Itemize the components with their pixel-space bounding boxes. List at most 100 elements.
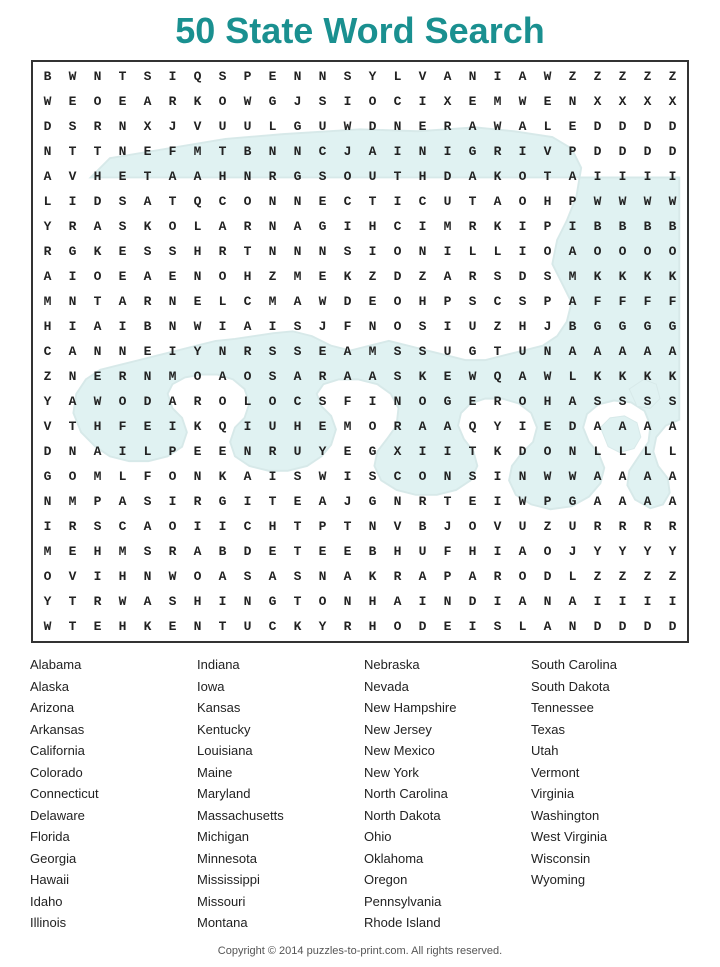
grid-cell: T [60,614,85,639]
grid-cell: A [635,464,660,489]
grid-cell: E [110,164,135,189]
grid-cell: N [535,589,560,614]
grid-cell: K [635,364,660,389]
grid-cell: R [310,364,335,389]
grid-cell: Y [185,339,210,364]
grid-cell: O [510,564,535,589]
grid-cell: N [135,364,160,389]
grid-cell: A [460,164,485,189]
grid-cell: A [335,564,360,589]
grid-cell: R [335,614,360,639]
grid-cell: N [185,464,210,489]
grid-cell: L [260,114,285,139]
grid-cell: F [335,389,360,414]
grid-cell: C [110,514,135,539]
grid-cell: N [260,214,285,239]
grid-cell: D [535,564,560,589]
grid-cell: D [610,139,635,164]
grid-cell: K [660,364,685,389]
grid-cell: M [360,339,385,364]
grid-cell: E [410,114,435,139]
grid-cell: P [435,289,460,314]
grid-cell: Z [585,64,610,89]
grid-cell: H [260,514,285,539]
grid-cell: L [135,439,160,464]
grid-cell: L [460,239,485,264]
grid-cell: E [310,339,335,364]
grid-cell: M [485,89,510,114]
grid-cell: G [260,589,285,614]
grid-cell: S [510,289,535,314]
grid-cell: S [235,564,260,589]
grid-cell: N [60,289,85,314]
word-column-1: IndianaIowaKansasKentuckyLouisianaMaineM… [197,655,356,933]
grid-cell: A [60,339,85,364]
grid-cell: R [485,139,510,164]
grid-cell: S [135,239,160,264]
grid-cell: W [535,64,560,89]
grid-cell: F [435,539,460,564]
grid-cell: V [385,514,410,539]
grid-cell: A [335,364,360,389]
grid-cell: A [510,114,535,139]
grid-cell: K [335,264,360,289]
grid-cell: N [335,589,360,614]
grid-cell: A [210,364,235,389]
grid-cell: F [335,314,360,339]
grid-cell: X [635,89,660,114]
grid-cell: W [310,289,335,314]
grid-cell: A [585,414,610,439]
grid-cell: I [60,264,85,289]
grid-cell: K [85,239,110,264]
grid-cell: A [185,539,210,564]
grid-cell: D [635,139,660,164]
grid-cell: E [160,264,185,289]
word-item: Florida [30,827,189,847]
grid-cell: V [60,564,85,589]
word-item: California [30,741,189,761]
grid-cell: W [635,189,660,214]
grid-cell: U [360,164,385,189]
word-column-3: South CarolinaSouth DakotaTennesseeTexas… [531,655,690,933]
grid-cell: N [410,239,435,264]
grid-cell: R [260,439,285,464]
grid-cell: M [560,264,585,289]
grid-cell: M [35,539,60,564]
grid-cell: U [235,614,260,639]
grid-cell: N [360,514,385,539]
grid-cell: N [260,239,285,264]
grid-cell: R [635,514,660,539]
grid-cell: I [610,164,635,189]
grid-cell: S [635,389,660,414]
grid-cell: E [135,139,160,164]
grid-cell: V [535,139,560,164]
grid-cell: K [660,264,685,289]
grid-cell: I [660,589,685,614]
grid-cell: N [510,464,535,489]
grid-cell: C [260,614,285,639]
grid-cell: T [285,539,310,564]
grid-cell: I [110,314,135,339]
grid-cell: I [485,589,510,614]
word-item: Indiana [197,655,356,675]
grid-cell: O [85,264,110,289]
grid-cell: R [135,289,160,314]
grid-cell: O [60,464,85,489]
grid-cell: T [60,139,85,164]
grid-cell: I [435,239,460,264]
grid-cell: S [285,314,310,339]
grid-cell: O [160,514,185,539]
grid-cell: H [460,539,485,564]
grid-cell: I [610,589,635,614]
grid-cell: I [235,414,260,439]
grid-cell: I [85,564,110,589]
grid-cell: J [335,489,360,514]
grid-cell: I [235,489,260,514]
grid-cell: B [660,214,685,239]
grid-cell: A [285,364,310,389]
word-item: Alabama [30,655,189,675]
grid-cell: X [435,89,460,114]
grid-cell: C [485,289,510,314]
grid-cell: K [485,164,510,189]
grid-cell: I [485,64,510,89]
